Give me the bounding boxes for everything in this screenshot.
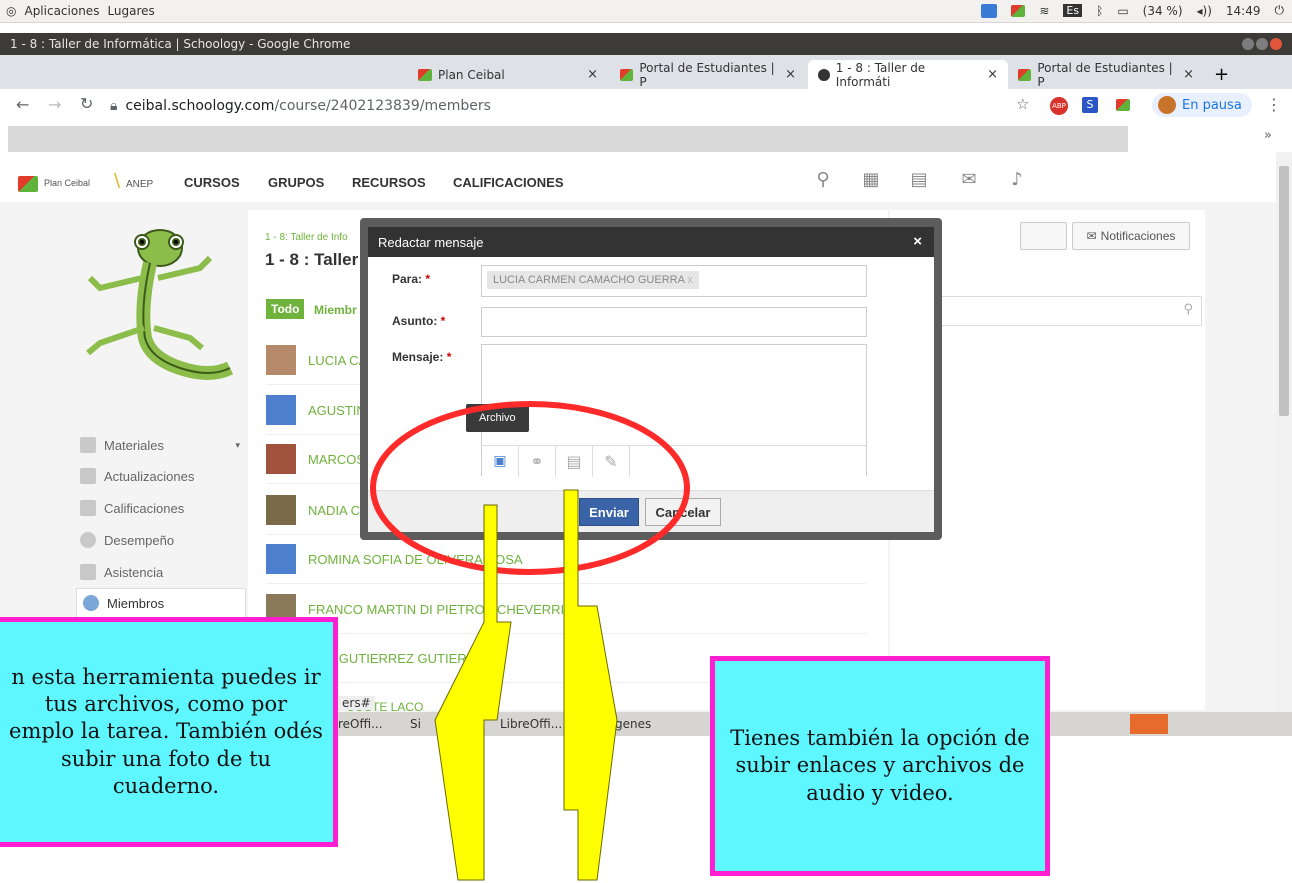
arrow-right — [563, 489, 618, 881]
highlight-circle — [370, 401, 690, 575]
note-left: n esta herramienta puedes ir tus archivo… — [0, 617, 338, 847]
note-right: Tienes también la opción de subir enlace… — [710, 656, 1050, 876]
